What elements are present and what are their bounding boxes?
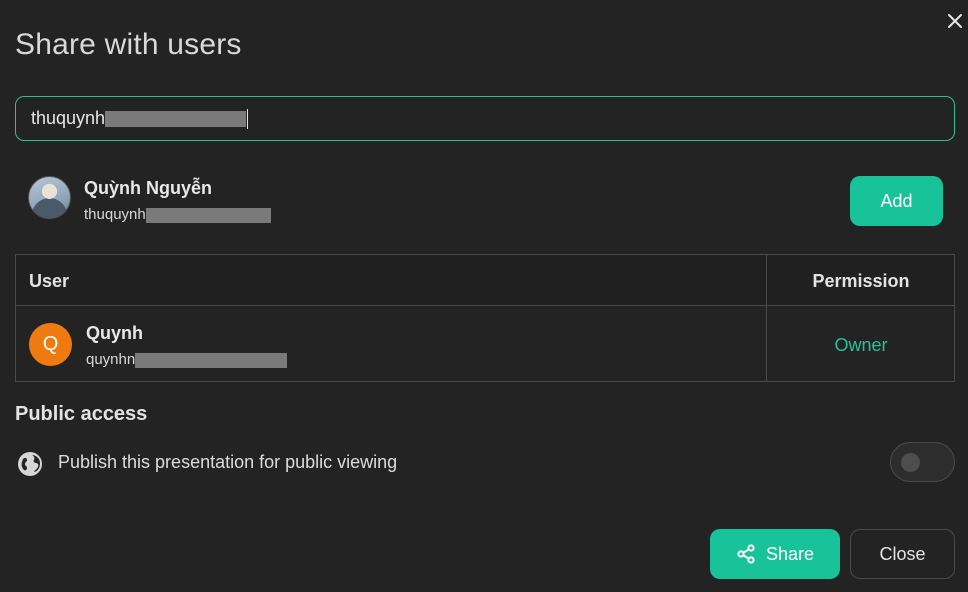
close-icon[interactable] — [944, 10, 966, 32]
row-permission: Owner — [834, 335, 888, 355]
suggestion-email: thuquynh — [84, 206, 271, 223]
row-user-email: quynhn — [86, 351, 288, 368]
suggestion-name: Quỳnh Nguyễn — [84, 178, 213, 198]
share-button[interactable]: Share — [710, 529, 840, 579]
share-dialog: Share with users thuquynh Quỳnh Nguyễn t… — [0, 0, 968, 592]
row-user-email-text: quynhn — [86, 351, 136, 368]
add-user-button[interactable]: Add — [850, 176, 943, 226]
text-caret — [247, 108, 249, 129]
share-icon — [737, 544, 755, 564]
globe-icon — [18, 452, 42, 476]
redacted-text — [145, 207, 271, 223]
user-suggestion[interactable]: Quỳnh Nguyễn thuquynh Add — [28, 176, 943, 226]
users-table: User Permission Q Quynh quynhn Owner — [15, 254, 955, 382]
user-search-input[interactable]: thuquynh — [15, 96, 955, 141]
redacted-text — [135, 352, 288, 368]
public-access-title: Public access — [15, 403, 148, 425]
public-access-toggle[interactable] — [890, 442, 955, 482]
avatar: Q — [29, 323, 72, 366]
column-header-user: User — [29, 271, 70, 291]
close-button[interactable]: Close — [850, 529, 955, 579]
toggle-knob — [901, 453, 920, 472]
dialog-title: Share with users — [15, 28, 242, 61]
search-input-value: thuquynh — [31, 108, 106, 128]
redacted-text — [105, 110, 247, 127]
public-access-row: Publish this presentation for public vie… — [15, 442, 955, 487]
row-user-name: Quynh — [86, 323, 143, 343]
avatar — [28, 176, 71, 219]
suggestion-email-text: thuquynh — [84, 206, 146, 223]
table-row: Q Quynh quynhn Owner — [16, 307, 954, 382]
table-header: User Permission — [16, 255, 954, 306]
public-access-label: Publish this presentation for public vie… — [58, 452, 398, 472]
share-button-label: Share — [765, 543, 815, 564]
column-header-permission: Permission — [812, 271, 910, 291]
